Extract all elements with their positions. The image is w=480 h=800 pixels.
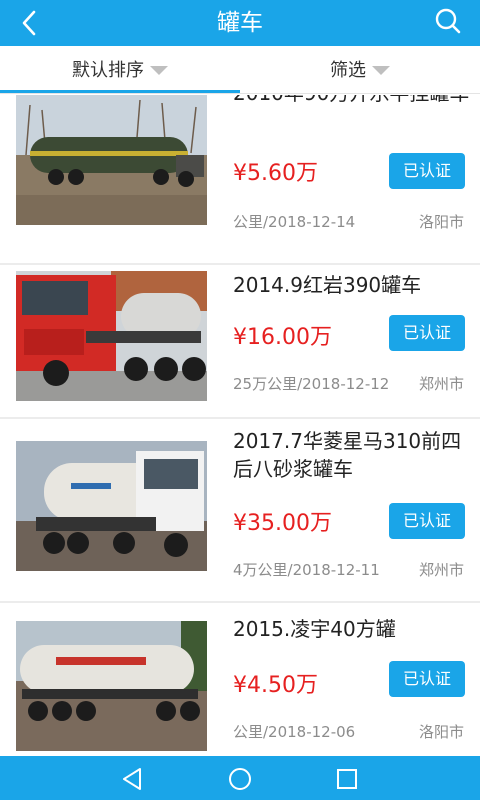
circle-home-icon xyxy=(229,768,251,790)
search-button[interactable] xyxy=(428,2,468,42)
certified-badge[interactable]: 已认证 xyxy=(389,315,465,351)
sort-tab[interactable]: 默认排序 xyxy=(0,46,240,92)
listing-list[interactable]: 2010年90万开乐半挂罐车 ¥5.60万 已认证 公里/2018-12-14 … xyxy=(0,95,480,756)
listing-title: 2014.9红岩390罐车 xyxy=(233,273,422,297)
nav-home-button[interactable] xyxy=(225,764,255,794)
filter-label: 筛选 xyxy=(330,60,366,81)
certified-badge[interactable]: 已认证 xyxy=(389,661,465,697)
listing-title: 2017.7华菱星马310前四后八砂浆罐车 xyxy=(233,429,462,481)
sort-filter-bar: 默认排序 筛选 xyxy=(0,46,480,94)
listing-meta: 公里/2018-12-14 xyxy=(233,213,356,231)
caret-down-icon xyxy=(372,65,390,75)
listing-city: 洛阳市 xyxy=(418,723,464,741)
listing-city: 洛阳市 xyxy=(418,213,464,231)
listing-meta: 4万公里/2018-12-11 xyxy=(233,561,380,579)
page-title: 罐车 xyxy=(217,10,263,36)
filter-tab[interactable]: 筛选 xyxy=(240,46,480,92)
list-item[interactable]: 2014.9红岩390罐车 ¥16.00万 已认证 25万公里/2018-12-… xyxy=(0,265,480,417)
triangle-back-icon xyxy=(123,768,141,790)
listing-title: 2015.凌宇40方罐 xyxy=(233,617,396,641)
certified-badge[interactable]: 已认证 xyxy=(389,153,465,189)
truck-photo xyxy=(16,95,207,225)
caret-down-icon xyxy=(150,65,168,75)
certified-badge[interactable]: 已认证 xyxy=(389,503,465,539)
truck-photo xyxy=(16,621,207,751)
nav-recent-button[interactable] xyxy=(332,764,362,794)
sort-label: 默认排序 xyxy=(72,60,144,81)
truck-photo xyxy=(16,271,207,401)
listing-price: ¥4.50万 xyxy=(233,673,318,698)
search-icon xyxy=(435,8,461,34)
list-item[interactable]: 2017.7华菱星马310前四后八砂浆罐车 ¥35.00万 已认证 4万公里/2… xyxy=(0,419,480,601)
list-item[interactable]: 2015.凌宇40方罐 ¥4.50万 已认证 公里/2018-12-06 洛阳市 xyxy=(0,603,480,756)
back-button[interactable] xyxy=(10,3,50,43)
listing-title: 2010年90万开乐半挂罐车 xyxy=(233,95,473,107)
listing-meta: 25万公里/2018-12-12 xyxy=(233,375,390,393)
square-recent-icon xyxy=(337,769,357,789)
listing-city: 郑州市 xyxy=(418,561,464,579)
app-header: 罐车 xyxy=(0,0,480,46)
truck-photo xyxy=(16,441,207,571)
listing-city: 郑州市 xyxy=(418,375,464,393)
listing-price: ¥35.00万 xyxy=(233,511,332,536)
system-nav-bar xyxy=(0,756,480,800)
listing-price: ¥16.00万 xyxy=(233,325,332,350)
chevron-left-icon xyxy=(22,10,36,36)
active-tab-indicator xyxy=(0,90,240,93)
listing-price: ¥5.60万 xyxy=(233,161,318,186)
list-item[interactable]: 2010年90万开乐半挂罐车 ¥5.60万 已认证 公里/2018-12-14 … xyxy=(0,95,480,263)
listing-meta: 公里/2018-12-06 xyxy=(233,723,356,741)
nav-back-button[interactable] xyxy=(118,764,148,794)
